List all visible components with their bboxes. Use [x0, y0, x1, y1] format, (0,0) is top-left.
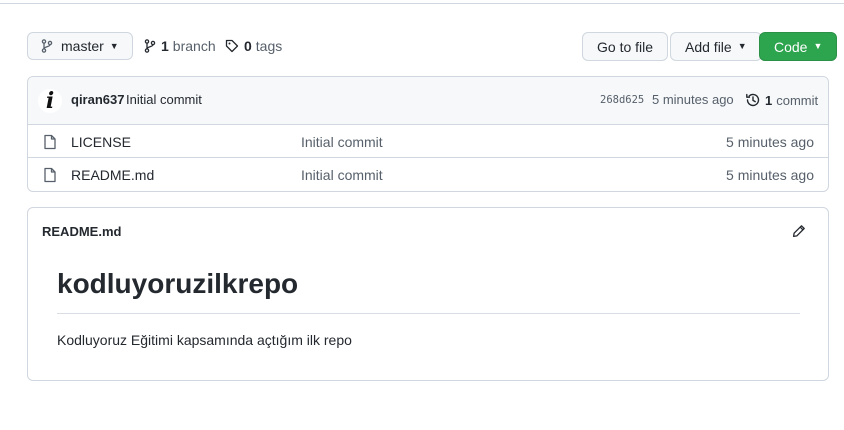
- file-name-link[interactable]: README.md: [71, 167, 154, 183]
- latest-commit-bar: i qiran637 Initial commit 268d625 5 minu…: [28, 77, 828, 125]
- commit-time: 5 minutes ago: [652, 92, 734, 107]
- table-row: LICENSE Initial commit 5 minutes ago: [28, 125, 828, 158]
- tag-icon: [225, 39, 239, 53]
- tag-label: tags: [255, 38, 283, 54]
- tags-link[interactable]: 0 tags: [225, 38, 282, 54]
- file-commit-time: 5 minutes ago: [726, 134, 814, 150]
- add-file-label: Add file: [685, 38, 732, 55]
- author-avatar[interactable]: i: [38, 88, 62, 114]
- commit-message[interactable]: Initial commit: [126, 92, 202, 107]
- header-divider: [0, 3, 844, 4]
- caret-down-icon: ▼: [109, 40, 119, 51]
- file-icon: [44, 134, 56, 150]
- file-commit-message[interactable]: Initial commit: [301, 134, 383, 150]
- caret-down-icon: ▼: [813, 41, 823, 51]
- readme-panel: README.md kodluyoruzilkrepo Kodluyoruz E…: [27, 207, 829, 381]
- caret-down-icon: ▼: [737, 41, 747, 51]
- readme-title: kodluyoruzilkrepo: [57, 268, 800, 314]
- branch-count: 1: [161, 38, 169, 54]
- code-label: Code: [774, 38, 808, 55]
- commit-sha[interactable]: 268d625: [600, 94, 644, 106]
- git-branch-icon: [41, 39, 53, 53]
- add-file-button[interactable]: Add file ▼: [670, 32, 762, 61]
- code-button[interactable]: Code ▼: [759, 32, 838, 61]
- branch-name: master: [61, 38, 104, 54]
- go-to-file-label: Go to file: [597, 38, 654, 55]
- file-icon: [44, 167, 56, 183]
- file-commit-message[interactable]: Initial commit: [301, 167, 383, 183]
- commit-count: 1: [765, 92, 773, 108]
- branch-select-button[interactable]: master ▼: [27, 32, 133, 60]
- file-list: i qiran637 Initial commit 268d625 5 minu…: [27, 76, 829, 192]
- branch-label: branch: [172, 38, 216, 54]
- readme-body: Kodluyoruz Eğitimi kapsamında açtığım il…: [57, 332, 352, 348]
- pencil-icon[interactable]: [792, 224, 806, 238]
- file-name-link[interactable]: LICENSE: [71, 134, 131, 150]
- git-branch-icon: [144, 39, 156, 53]
- branches-link[interactable]: 1 branch: [144, 38, 216, 54]
- commit-count-link[interactable]: 1 commit: [745, 92, 818, 108]
- readme-filename[interactable]: README.md: [42, 224, 121, 239]
- table-row: README.md Initial commit 5 minutes ago: [28, 158, 828, 191]
- history-icon: [746, 93, 760, 107]
- commit-author[interactable]: qiran637: [71, 92, 124, 107]
- commit-count-label: commit: [776, 92, 819, 108]
- tag-count: 0: [244, 38, 252, 54]
- file-commit-time: 5 minutes ago: [726, 167, 814, 183]
- go-to-file-button[interactable]: Go to file: [582, 32, 669, 61]
